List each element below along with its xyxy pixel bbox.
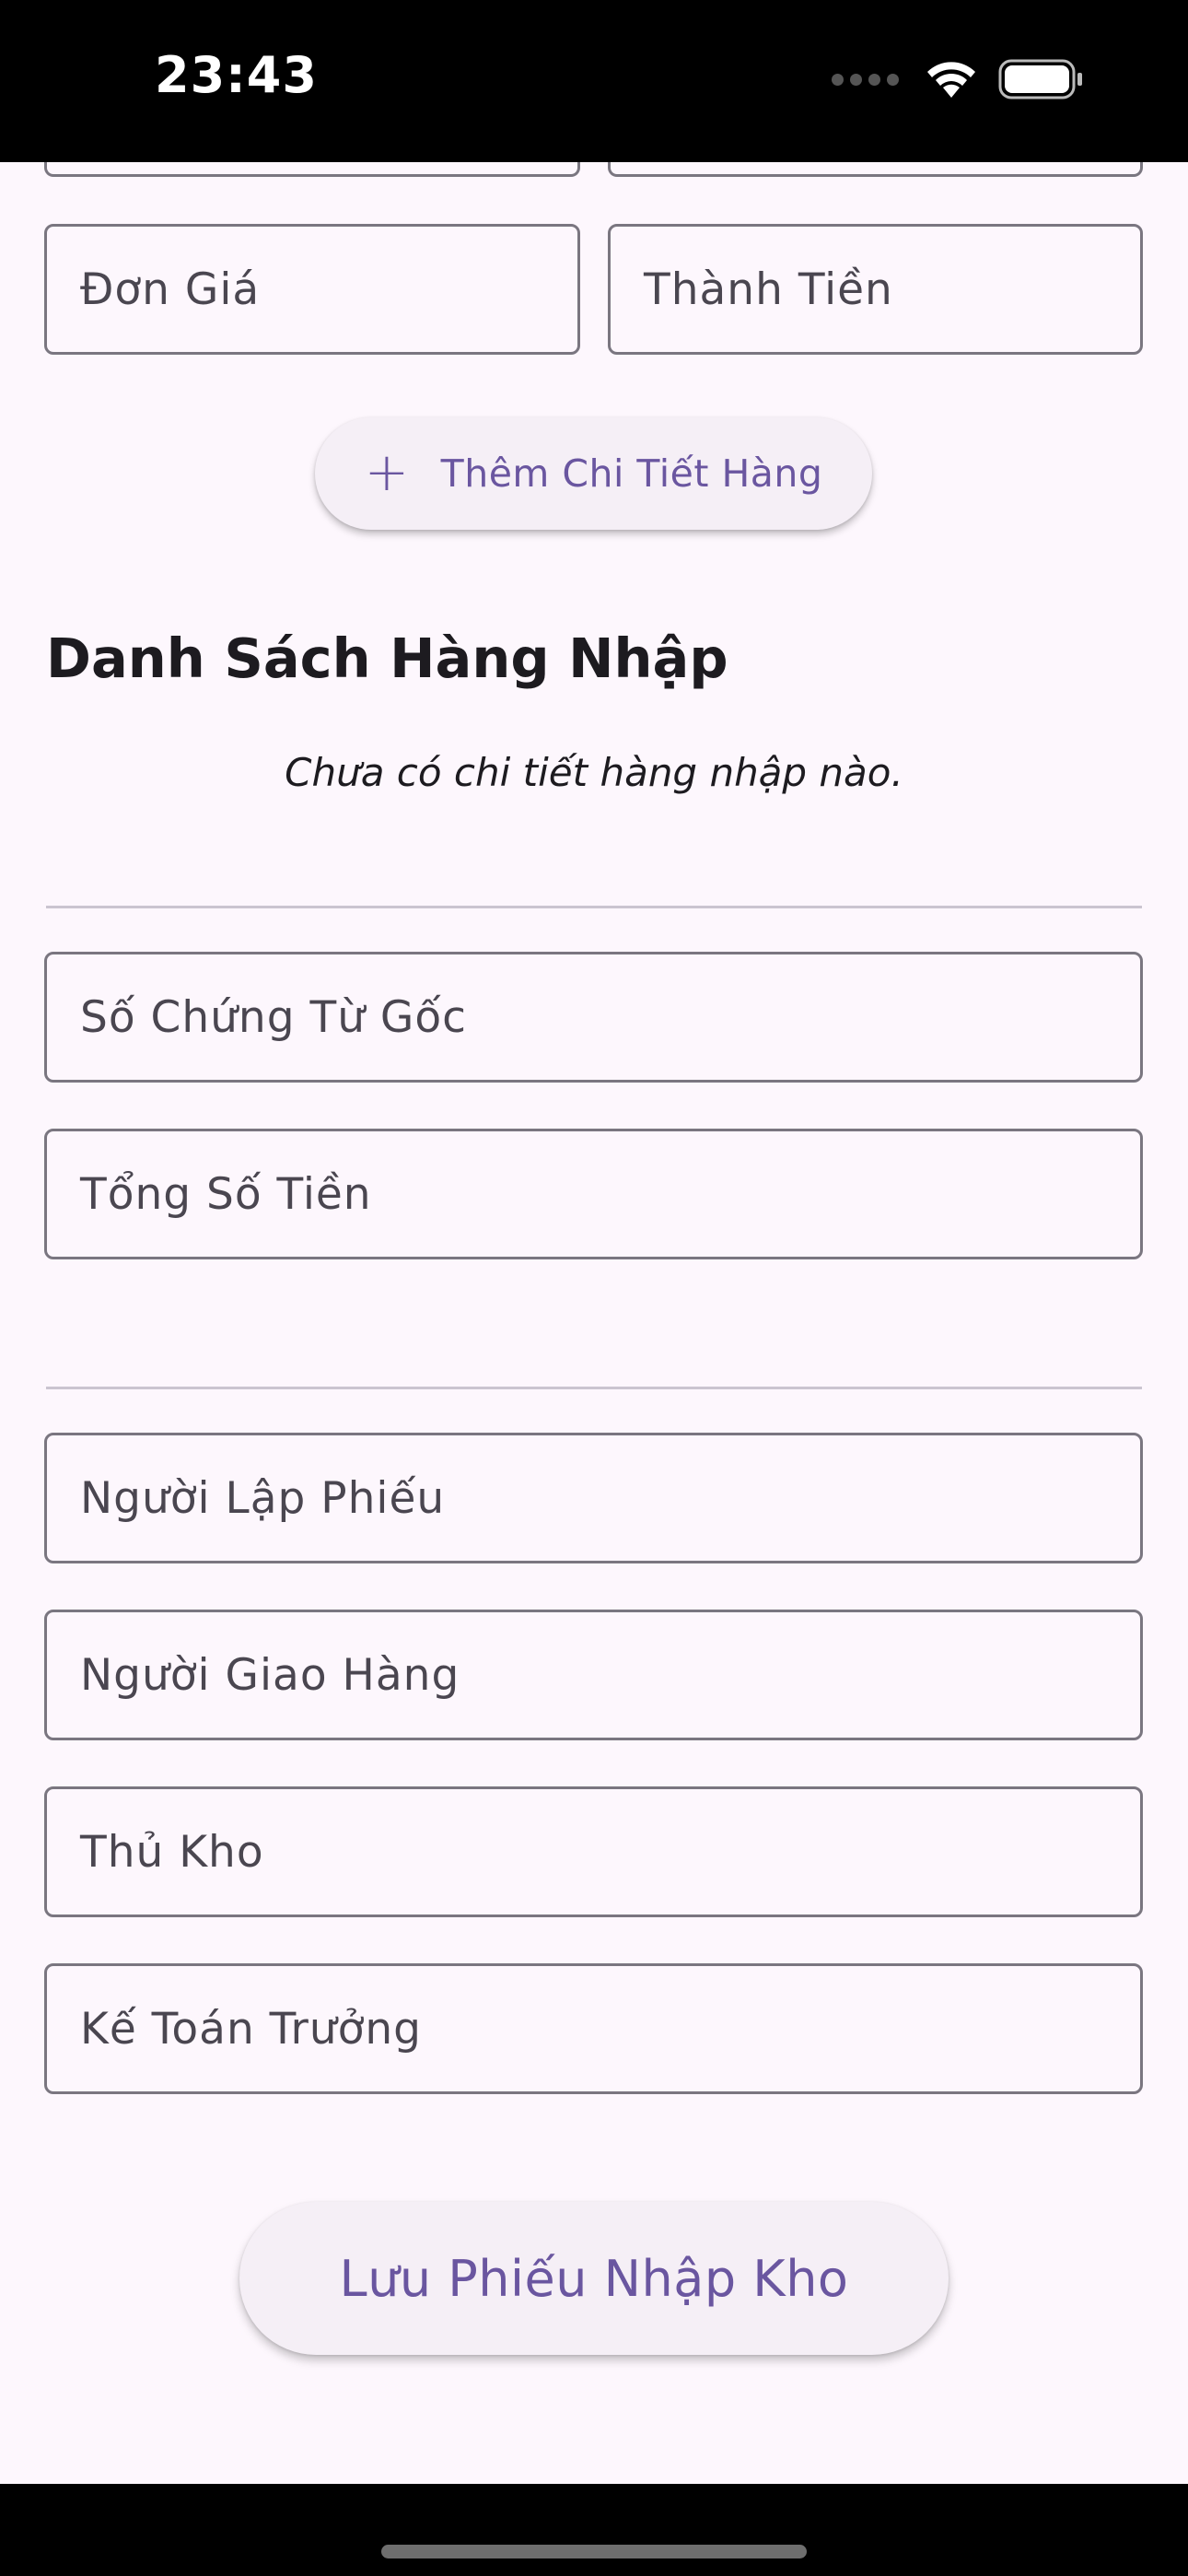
unit-price-field[interactable]: Đơn Giá xyxy=(44,224,580,355)
scrolled-field-right[interactable] xyxy=(608,162,1143,177)
add-detail-label: Thêm Chi Tiết Hàng xyxy=(440,451,823,496)
delivered-by-field[interactable]: Người Giao Hàng xyxy=(44,1610,1143,1740)
prepared-by-field[interactable]: Người Lập Phiếu xyxy=(44,1433,1143,1563)
grand-total-field[interactable]: Tổng Số Tiền xyxy=(44,1129,1143,1259)
form-content: Đơn Giá Thành Tiền + Thêm Chi Tiết Hàng … xyxy=(0,162,1188,2484)
chief-accountant-field[interactable]: Kế Toán Trưởng xyxy=(44,1963,1143,2094)
signal-icon xyxy=(832,73,899,86)
list-title: Danh Sách Hàng Nhập xyxy=(46,626,728,690)
scrolled-field-left[interactable] xyxy=(44,162,580,177)
divider xyxy=(46,906,1142,908)
total-amount-field[interactable]: Thành Tiền xyxy=(608,224,1143,355)
storekeeper-field[interactable]: Thủ Kho xyxy=(44,1786,1143,1917)
battery-icon xyxy=(998,59,1085,100)
divider xyxy=(46,1387,1142,1389)
status-bar: 23:43 xyxy=(0,0,1188,162)
save-receipt-button[interactable]: Lưu Phiếu Nhập Kho xyxy=(239,2202,949,2355)
home-indicator[interactable] xyxy=(381,2545,807,2558)
empty-list-message: Chưa có chi tiết hàng nhập nào. xyxy=(285,750,903,795)
home-bar-area xyxy=(0,2484,1188,2576)
plus-icon: + xyxy=(364,440,410,503)
status-time: 23:43 xyxy=(155,46,318,104)
add-detail-button[interactable]: + Thêm Chi Tiết Hàng xyxy=(315,417,872,530)
save-receipt-label: Lưu Phiếu Nhập Kho xyxy=(339,2249,849,2308)
status-icons xyxy=(832,59,1085,100)
original-doc-number-field[interactable]: Số Chứng Từ Gốc xyxy=(44,952,1143,1083)
wifi-icon xyxy=(925,59,978,100)
